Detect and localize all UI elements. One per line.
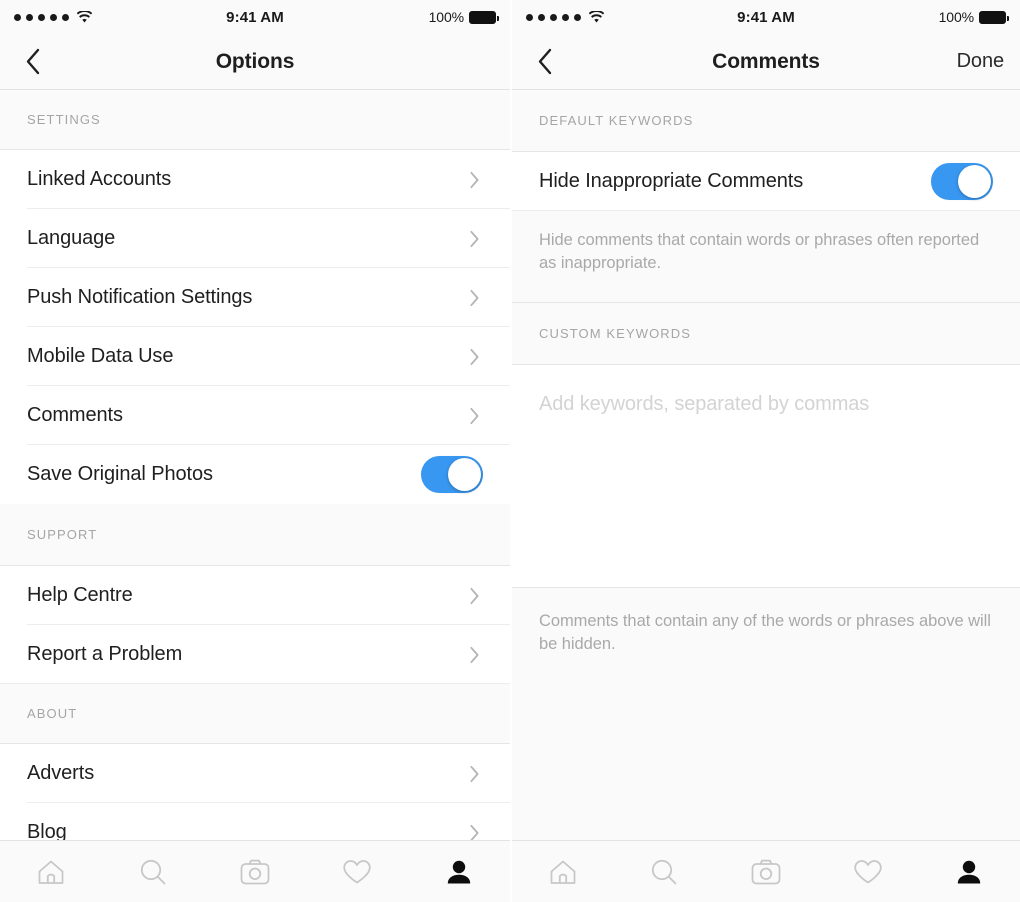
battery-percent-label: 100% [938,9,975,25]
list-item-help-centre[interactable]: Help Centre [0,566,510,625]
status-bar-battery-group: 100% [938,9,1009,25]
section-header-default-keywords: DEFAULT KEYWORDS [512,90,1020,152]
tab-activity[interactable] [817,841,919,902]
list-item-mobile-data-use[interactable]: Mobile Data Use [0,327,510,386]
custom-keywords-footnote: Comments that contain any of the words o… [512,586,1020,840]
chevron-right-icon [470,230,479,247]
section-header-settings: SETTINGS [0,90,510,150]
tab-search[interactable] [614,841,716,902]
list-item-hide-inappropriate-comments[interactable]: Hide Inappropriate Comments [512,152,1020,211]
section-header-support: SUPPORT [0,504,510,566]
camera-icon [751,859,781,884]
phone-screen-comments: 9:41 AM 100% Comments Done DEFAULT KEYWO… [510,0,1020,902]
home-icon [38,860,64,884]
list-item-label: Help Centre [27,584,133,606]
list-item-label: Push Notification Settings [27,286,253,308]
list-item-adverts[interactable]: Adverts [0,744,510,803]
list-item-label: Adverts [27,762,95,784]
tab-home[interactable] [0,841,102,902]
list-item-push-notification-settings[interactable]: Push Notification Settings [0,268,510,327]
list-item-blog[interactable]: Blog [0,803,510,840]
phone-screen-options: 9:41 AM 100% Options SETTINGS Linked Acc… [0,0,510,902]
save-original-photos-toggle[interactable] [421,456,483,493]
chevron-left-icon [26,48,40,75]
section-header-custom-keywords: CUSTOM KEYWORDS [512,302,1020,365]
nav-bar-options: Options [0,34,510,90]
list-item-label: Save Original Photos [27,463,213,485]
heart-icon [343,859,371,883]
hide-inappropriate-comments-toggle[interactable] [931,163,993,200]
profile-icon [957,860,981,883]
chevron-left-icon [538,48,552,75]
list-item-label: Language [27,227,116,249]
tab-home[interactable] [512,841,614,902]
list-item-language[interactable]: Language [0,209,510,268]
list-item-label: Hide Inappropriate Comments [539,170,804,192]
chevron-right-icon [470,289,479,306]
camera-icon [240,859,270,884]
list-item-linked-accounts[interactable]: Linked Accounts [0,150,510,209]
chevron-right-icon [470,348,479,365]
page-title: Comments [712,49,820,73]
list-item-label: Linked Accounts [27,168,172,190]
tab-activity[interactable] [306,841,408,902]
list-item-label: Comments [27,404,123,426]
page-title: Options [215,49,295,73]
chevron-right-icon [470,407,479,424]
search-icon [140,859,166,884]
profile-icon [447,860,471,883]
back-button[interactable] [528,45,562,79]
done-button[interactable]: Done [957,50,1005,73]
custom-keywords-input[interactable]: Add keywords, separated by commas [512,364,1020,587]
tab-bar-left [0,840,510,902]
tab-camera[interactable] [204,841,306,902]
back-button[interactable] [16,45,50,79]
custom-keywords-placeholder: Add keywords, separated by commas [539,392,870,415]
search-icon [652,859,677,884]
status-bar-left: 9:41 AM 100% [0,0,510,34]
tab-profile[interactable] [918,841,1020,902]
tab-bar-right [512,840,1020,902]
list-item-report-a-problem[interactable]: Report a Problem [0,625,510,684]
default-keywords-description: Hide comments that contain words or phra… [512,211,1020,276]
dual-screen-comparison: 9:41 AM 100% Options SETTINGS Linked Acc… [0,0,1020,902]
list-item-label: Blog [27,821,67,840]
list-item-label: Mobile Data Use [27,345,174,367]
section-header-about: ABOUT [0,684,510,744]
chevron-right-icon [470,587,479,604]
status-bar-battery-group: 100% [428,9,499,25]
comments-settings: DEFAULT KEYWORDS Hide Inappropriate Comm… [512,90,1020,840]
tab-search[interactable] [102,841,204,902]
options-list: SETTINGS Linked Accounts Language Push N… [0,90,510,840]
list-item-save-original-photos[interactable]: Save Original Photos [0,445,510,504]
tab-profile[interactable] [408,841,510,902]
chevron-right-icon [470,646,479,663]
list-item-label: Report a Problem [27,643,183,665]
chevron-right-icon [470,824,479,840]
chevron-right-icon [470,171,479,188]
status-bar-right: 9:41 AM 100% [512,0,1020,34]
heart-icon [853,859,882,883]
battery-full-icon [469,10,499,24]
chevron-right-icon [470,765,479,782]
nav-bar-comments: Comments Done [512,34,1020,90]
battery-full-icon [979,10,1009,24]
home-icon [550,860,576,884]
tab-camera[interactable] [715,841,817,902]
battery-percent-label: 100% [428,9,465,25]
list-item-comments[interactable]: Comments [0,386,510,445]
default-keywords-description-block: Hide comments that contain words or phra… [512,211,1020,303]
